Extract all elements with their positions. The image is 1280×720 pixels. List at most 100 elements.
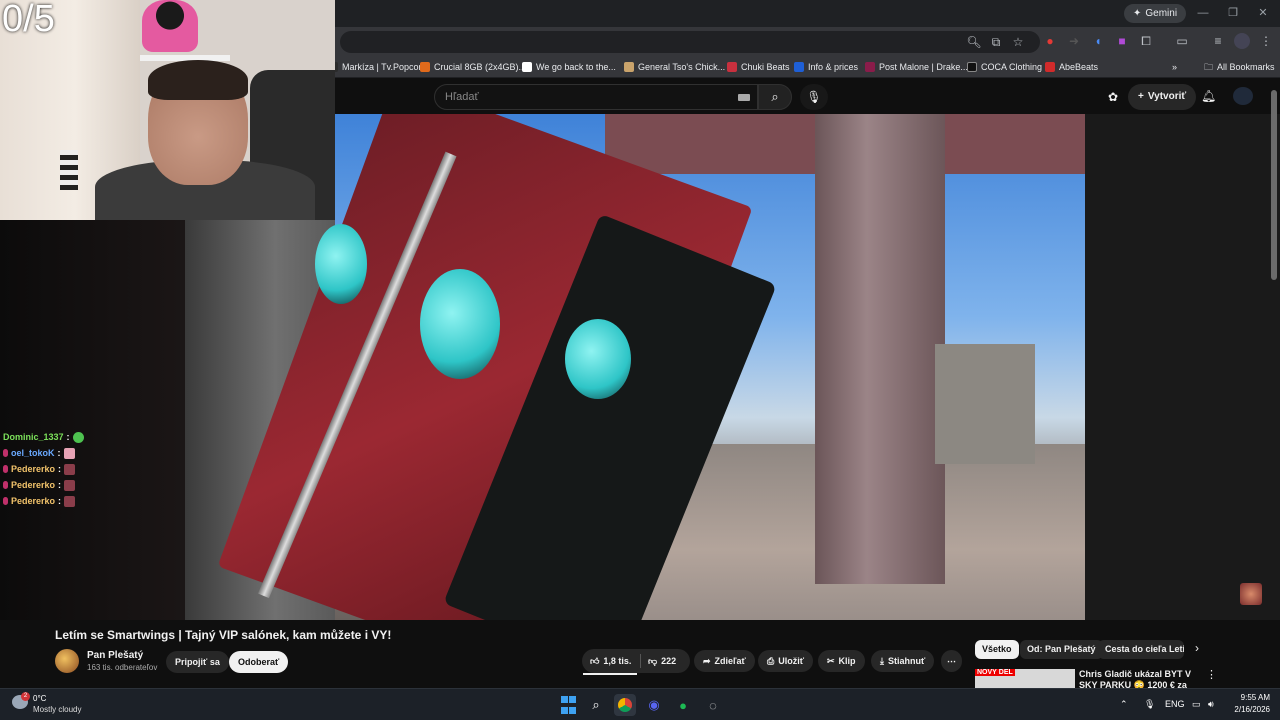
- video-frame-light: [315, 224, 367, 304]
- bookmark-icon: ⎙: [767, 656, 775, 666]
- search-icon[interactable]: ⌕: [585, 694, 607, 716]
- recommended-thumbnail[interactable]: NOVÝ DEL: [975, 669, 1075, 688]
- subscribe-button[interactable]: Odoberať: [229, 651, 289, 673]
- scissors-icon: ✂: [827, 656, 835, 666]
- bookmark-item[interactable]: Info & prices: [794, 59, 858, 75]
- reading-list-icon[interactable]: ≡: [1210, 33, 1226, 49]
- page-scrollbar[interactable]: [1271, 90, 1277, 280]
- clip-button[interactable]: ✂ Klip: [818, 650, 865, 672]
- start-button[interactable]: [557, 694, 579, 716]
- minimize-icon[interactable]: —: [1190, 3, 1216, 23]
- bookmark-item[interactable]: Chuki Beats: [727, 59, 790, 75]
- channel-avatar[interactable]: [55, 649, 79, 673]
- bookmark-item[interactable]: We go back to the...: [522, 59, 616, 75]
- download-button[interactable]: ⤓ Stiahnuť: [871, 650, 935, 672]
- bookmark-favicon: [420, 62, 430, 72]
- chip-topic[interactable]: Cesta do cieľa Letisk: [1098, 640, 1184, 659]
- chrome-icon[interactable]: [614, 694, 636, 716]
- video-frame-pillar: [815, 114, 945, 584]
- bookmark-item[interactable]: Post Malone | Drake...: [865, 59, 968, 75]
- bookmark-favicon: [624, 62, 634, 72]
- gear-icon[interactable]: ✿: [1108, 90, 1118, 104]
- chat-emote: [64, 479, 76, 491]
- like-button[interactable]: 👍︎ 1,8 tis.: [590, 649, 631, 673]
- zoom-icon[interactable]: 🔍︎: [966, 34, 982, 50]
- extension-red-icon[interactable]: ●: [1042, 33, 1058, 49]
- chat-username: oel_tokoK: [11, 448, 55, 458]
- share-label: Zdieľať: [714, 656, 746, 666]
- chat-line: Pedererko:: [3, 477, 183, 493]
- bell-icon[interactable]: 🔔︎: [1201, 89, 1216, 103]
- chat-emote: [64, 495, 76, 507]
- save-button[interactable]: ⎙ Uložiť: [758, 650, 814, 672]
- volume-icon[interactable]: 🔊︎: [1208, 699, 1214, 710]
- cast-icon[interactable]: ▭: [1174, 33, 1190, 49]
- chevron-right-icon[interactable]: ›: [1195, 641, 1199, 655]
- clip-label: Klip: [838, 656, 856, 666]
- bookmark-label: COCA Clothing: [981, 62, 1043, 72]
- bookmark-star-icon[interactable]: ☆: [1010, 34, 1026, 50]
- address-bar[interactable]: 🔍︎ ⧉ ☆: [340, 31, 1040, 53]
- chip-from-channel[interactable]: Od: Pan Plešatý: [1020, 640, 1103, 659]
- close-icon[interactable]: ✕: [1250, 3, 1276, 23]
- chat-badge: [3, 449, 8, 457]
- like-dislike-group: 👍︎ 1,8 tis. 👎︎ 222: [582, 649, 690, 673]
- thumbs-down-icon: 👎︎: [648, 656, 658, 666]
- bookmark-item[interactable]: General Tso's Chick...: [624, 59, 725, 75]
- avatar[interactable]: [1233, 87, 1253, 105]
- weather-temp[interactable]: 0°C: [33, 694, 46, 703]
- channel-name[interactable]: Pan Plešatý: [87, 650, 143, 661]
- bookmark-item[interactable]: COCA Clothing: [967, 59, 1042, 75]
- more-icon[interactable]: ⋮: [1206, 668, 1217, 681]
- extension-purple-icon[interactable]: ■: [1114, 33, 1130, 49]
- chip-all[interactable]: Všetko: [975, 640, 1019, 659]
- network-icon[interactable]: ▭: [1192, 699, 1201, 710]
- search-button[interactable]: ⌕: [758, 84, 792, 110]
- mic-icon[interactable]: 🎙︎: [1144, 699, 1155, 710]
- bookmark-item[interactable]: Crucial 8GB (2x4GB)...: [420, 59, 526, 75]
- search-input[interactable]: Hľadať: [434, 84, 758, 110]
- bookmarks-overflow-icon[interactable]: »: [1172, 59, 1177, 75]
- dislike-button[interactable]: 👎︎ 222: [648, 649, 676, 673]
- webcam-streamer-hair: [148, 60, 248, 100]
- profile-avatar[interactable]: [1234, 33, 1250, 49]
- tray-chevron-icon[interactable]: ⌃: [1120, 699, 1128, 710]
- bookmark-item[interactable]: Markíza | Tv.Popcor...: [328, 59, 429, 75]
- recommended-title[interactable]: Chris Gladič ukázal BYT V SKY PARKU 😳 12…: [1079, 669, 1199, 688]
- voice-search-button[interactable]: 🎙︎: [800, 84, 828, 110]
- keyboard-icon[interactable]: [738, 94, 750, 101]
- extension-blue-icon[interactable]: ◖: [1090, 33, 1106, 49]
- bookmark-item[interactable]: AbeBeats: [1045, 59, 1098, 75]
- gemini-icon: ✦: [1133, 8, 1142, 19]
- webcam-plush-toy: [142, 0, 198, 52]
- language-indicator[interactable]: ENG: [1165, 699, 1185, 709]
- extension-arrow-icon[interactable]: ➜: [1066, 33, 1082, 49]
- browser-menu-icon[interactable]: ⋮: [1258, 33, 1274, 49]
- video-title: Letím se Smartwings | Tajný VIP salónek,…: [55, 628, 392, 642]
- windows-taskbar: 2 0°C Mostly cloudy ⌕ ◉ ● ◌ ⌃ 🎙︎ ENG ▭ 🔊…: [0, 688, 1280, 720]
- webcam-overlay: 0/5: [0, 0, 335, 220]
- divider: [640, 654, 641, 668]
- bookmark-label: Info & prices: [808, 62, 859, 72]
- dislike-count: 222: [661, 656, 677, 666]
- chat-line: Pedererko:: [3, 493, 183, 509]
- maximize-icon[interactable]: ❐: [1220, 3, 1246, 23]
- bookmark-label: Chuki Beats: [741, 62, 790, 72]
- search-icon: ⌕: [771, 89, 779, 104]
- join-button[interactable]: Pripojiť sa: [166, 651, 229, 673]
- discord-icon[interactable]: ◉: [643, 694, 665, 716]
- chat-badge: [3, 465, 8, 473]
- all-bookmarks-button[interactable]: 🗀 All Bookmarks: [1204, 59, 1275, 75]
- app-icon[interactable]: ◌: [702, 694, 724, 716]
- spotify-icon[interactable]: ●: [672, 694, 694, 716]
- bookmark-label: AbeBeats: [1059, 62, 1099, 72]
- gemini-button[interactable]: ✦ Gemini: [1124, 4, 1187, 23]
- more-actions-button[interactable]: ⋯: [941, 650, 962, 672]
- install-icon[interactable]: ⧉: [988, 34, 1004, 50]
- clock-date[interactable]: 2/16/2026: [1220, 705, 1270, 714]
- weather-condition: Mostly cloudy: [33, 705, 82, 714]
- share-button[interactable]: ➦ Zdieľať: [694, 650, 755, 672]
- create-button[interactable]: + Vytvoriť: [1128, 84, 1197, 110]
- clock-time[interactable]: 9:55 AM: [1226, 693, 1270, 702]
- extensions-puzzle-icon[interactable]: ⧠: [1138, 33, 1154, 49]
